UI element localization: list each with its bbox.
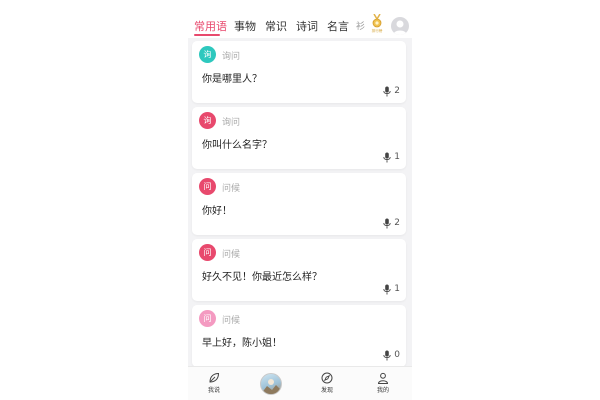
category-label: 问候	[222, 250, 241, 260]
category-badge: 询	[199, 46, 216, 63]
voice-record-button[interactable]: 1	[383, 283, 400, 295]
user-silhouette-icon	[393, 20, 407, 35]
recording-count: 1	[394, 284, 400, 294]
phrase-card[interactable]: 询 询问 你是哪里人？ 2	[192, 41, 406, 103]
phrase-text: 好久不见！你最近怎么样？	[202, 272, 322, 283]
phrase-text: 你叫什么名字？	[202, 140, 272, 151]
nav-me-label: 我的	[376, 387, 389, 394]
user-avatar[interactable]	[391, 17, 409, 35]
tab-common-phrases[interactable]: 常用语	[194, 18, 227, 34]
category-label: 询问	[222, 118, 241, 128]
voice-record-button[interactable]: 2	[383, 217, 400, 229]
bottom-navigation: 我说 发现 我的	[188, 366, 412, 400]
microphone-icon	[383, 152, 391, 162]
microphone-icon	[383, 218, 391, 228]
tab-quotes[interactable]: 名言	[327, 18, 349, 34]
category-badge: 问	[199, 310, 216, 327]
compass-icon	[321, 372, 333, 384]
voice-record-button[interactable]: 2	[383, 85, 400, 97]
tab-overflow-fragment[interactable]: 衫	[356, 19, 365, 32]
nav-me[interactable]: 我的	[368, 372, 398, 394]
voice-record-button[interactable]: 1	[383, 151, 400, 163]
category-label: 问候	[222, 316, 241, 326]
category-label: 问候	[222, 184, 241, 194]
person-icon	[377, 372, 389, 384]
category-badge: 问	[199, 244, 216, 261]
ranking-label: 排行榜	[371, 28, 383, 33]
phrase-card[interactable]: 询 询问 你叫什么名字？ 1	[192, 107, 406, 169]
phone-screen: 常用语 事物 常识 诗词 名言 衫 排行榜 询 询问 你是哪里人？ 2 询 询问…	[188, 0, 412, 400]
phrase-card[interactable]: 问 问候 好久不见！你最近怎么样？ 1	[192, 239, 406, 301]
nav-discover-label: 发现	[320, 387, 333, 394]
tab-things[interactable]: 事物	[234, 18, 256, 34]
category-label: 询问	[222, 52, 241, 62]
voice-record-button[interactable]: 0	[383, 349, 400, 361]
microphone-icon	[383, 86, 391, 96]
microphone-icon	[383, 350, 391, 360]
center-record-button[interactable]	[260, 373, 282, 395]
landscape-photo-icon	[261, 379, 281, 394]
tab-poetry[interactable]: 诗词	[296, 18, 318, 34]
top-tab-bar: 常用语 事物 常识 诗词 名言 衫 排行榜	[188, 0, 412, 38]
phrase-card[interactable]: 问 问候 你好！ 2	[192, 173, 406, 235]
category-badge: 问	[199, 178, 216, 195]
phrase-text: 早上好，陈小姐！	[202, 338, 282, 349]
recording-count: 2	[394, 218, 400, 228]
recording-count: 0	[394, 350, 400, 360]
phrase-text: 你是哪里人？	[202, 74, 262, 85]
nav-discover[interactable]: 发现	[312, 372, 342, 394]
nav-say[interactable]: 我说	[199, 372, 229, 394]
phrase-text: 你好！	[202, 206, 232, 217]
nav-say-label: 我说	[207, 387, 220, 394]
recording-count: 2	[394, 86, 400, 96]
phrase-card[interactable]: 问 问候 早上好，陈小姐！ 0	[192, 305, 406, 367]
tab-common-sense[interactable]: 常识	[265, 18, 287, 34]
medal-icon	[372, 14, 382, 28]
category-badge: 询	[199, 112, 216, 129]
ranking-button[interactable]: 排行榜	[368, 14, 386, 36]
recording-count: 1	[394, 152, 400, 162]
microphone-icon	[383, 284, 391, 294]
active-tab-indicator	[194, 34, 220, 36]
leaf-icon	[209, 372, 220, 383]
